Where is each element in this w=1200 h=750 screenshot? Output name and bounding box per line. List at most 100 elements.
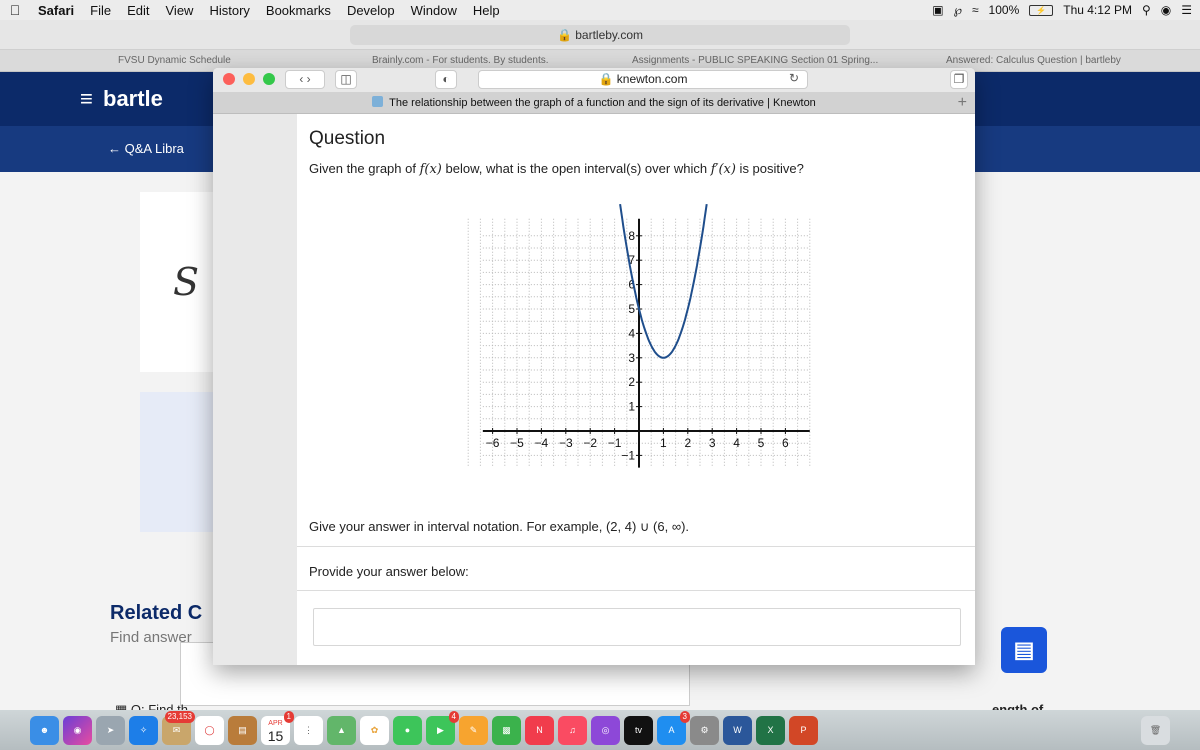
menu-file[interactable]: File <box>82 3 119 18</box>
function-graph: −6 −5 −4 −3 −2 −1 1 2 3 4 5 6−112345678 <box>467 203 811 468</box>
sidebar-icon[interactable]: ◫ <box>335 70 357 89</box>
x-tick-label: 4 <box>733 436 740 450</box>
knewton-url-text: knewton.com <box>616 72 688 86</box>
mail-icon[interactable]: ✉ 23,153 <box>162 710 195 745</box>
menu-help[interactable]: Help <box>465 3 508 18</box>
y-tick-label: 8 <box>628 229 635 243</box>
y-tick-label: 1 <box>628 400 635 414</box>
messages-icon[interactable]: ● <box>393 715 422 745</box>
app-store-icon[interactable]: A3 <box>657 710 690 745</box>
wifi-icon[interactable]: ≈ <box>972 3 979 17</box>
zoom-window-button[interactable] <box>263 73 275 85</box>
bartleby-logo[interactable]: bartle <box>103 86 163 112</box>
calendar-day: 15 <box>267 727 284 744</box>
menu-window[interactable]: Window <box>403 3 465 18</box>
chat-icon[interactable]: ▤ <box>1001 627 1047 673</box>
calendar-icon[interactable]: APR 15 1 <box>261 710 294 745</box>
facetime-badge: 4 <box>448 710 459 723</box>
background-url-bar[interactable]: 🔒 bartleby.com <box>350 25 850 45</box>
x-tick-label: 3 <box>709 436 716 450</box>
y-tick-label: 3 <box>628 351 635 365</box>
knewton-favicon-icon <box>372 96 384 107</box>
divider <box>297 546 975 547</box>
y-tick-label: 5 <box>628 302 635 316</box>
safari-icon[interactable]: ✧ <box>129 715 158 745</box>
divider <box>297 590 975 591</box>
x-tick-label: −4 <box>535 436 549 450</box>
menu-view[interactable]: View <box>158 3 202 18</box>
tab-knewton[interactable]: The relationship between the graph of a … <box>213 92 975 114</box>
photos-icon[interactable]: ✿ <box>360 715 389 745</box>
siri-icon[interactable]: ◉ <box>63 715 92 745</box>
numbers-icon[interactable]: ▩ <box>492 715 521 745</box>
tab-brainly[interactable]: Brainly.com - For students. By students. <box>372 55 549 66</box>
music-icon[interactable]: ♫ <box>558 715 587 745</box>
hamburger-menu-icon[interactable]: ≡ <box>80 86 93 112</box>
back-forward-buttons[interactable]: ‹ › <box>285 70 325 89</box>
tab-bartleby-answered[interactable]: Answered: Calculus Question | bartleby <box>946 55 1121 66</box>
reminders-icon[interactable]: ⋮ <box>294 715 323 745</box>
word-icon[interactable]: W <box>723 715 752 745</box>
menu-edit[interactable]: Edit <box>119 3 157 18</box>
maps-icon[interactable]: ▲ <box>327 715 356 745</box>
pages-icon[interactable]: ✎ <box>459 715 488 745</box>
launchpad-icon[interactable]: ➤ <box>96 715 125 745</box>
tab-assignments[interactable]: Assignments - PUBLIC SPEAKING Section 01… <box>632 55 878 66</box>
podcasts-icon[interactable]: ◎ <box>591 715 620 745</box>
x-tick-label: −2 <box>583 436 597 450</box>
excel-icon[interactable]: X <box>756 715 785 745</box>
related-heading: Related C <box>110 602 203 624</box>
x-tick-label: 2 <box>684 436 691 450</box>
powerpoint-icon[interactable]: P <box>789 715 818 745</box>
tab-knewton-title: The relationship between the graph of a … <box>389 97 816 109</box>
appstore-badge: 3 <box>679 710 690 723</box>
answer-format-hint: Give your answer in interval notation. F… <box>309 519 690 534</box>
question-panel: Question Given the graph of f(x) below, … <box>297 114 975 665</box>
qa-library-link[interactable]: ← Q&A Libra <box>108 141 184 156</box>
knewton-url-bar[interactable]: 🔒 knewton.com <box>478 70 808 89</box>
spotlight-search-icon[interactable]: ⚲ <box>1142 3 1151 17</box>
bluetooth-icon[interactable]: ℘ <box>954 3 962 17</box>
system-preferences-icon[interactable]: ⚙ <box>690 715 719 745</box>
reload-icon[interactable]: ↻ <box>785 70 803 89</box>
menu-app-safari[interactable]: Safari <box>30 3 82 18</box>
answer-input[interactable] <box>313 608 961 646</box>
privacy-shield-icon[interactable]: ◐ <box>435 70 457 89</box>
y-tick-label: −1 <box>621 448 635 462</box>
tabs-overview-icon[interactable]: ❐ <box>950 70 968 89</box>
new-tab-icon[interactable]: + <box>958 94 967 112</box>
tv-label: tv <box>634 724 642 735</box>
bartleby-card-secondary <box>140 392 220 532</box>
finder-icon[interactable]: ☻ <box>30 715 59 745</box>
news-icon[interactable]: N <box>525 715 554 745</box>
notes-icon[interactable]: ▤ <box>228 715 257 745</box>
battery-icon[interactable]: ⚡ <box>1029 4 1054 16</box>
battery-percent: 100% <box>988 3 1020 17</box>
facetime-icon[interactable]: ▶ 4 <box>426 710 459 745</box>
clock[interactable]: Thu 4:12 PM <box>1063 3 1132 17</box>
x-tick-label: 6 <box>782 436 789 450</box>
x-tick-label: −6 <box>486 436 500 450</box>
trash-icon[interactable]: 🗑 <box>1141 715 1170 745</box>
siri-menubar-icon[interactable]: ◉ <box>1161 3 1171 17</box>
handwritten-s-glyph: S <box>173 260 200 304</box>
notification-center-icon[interactable]: ☰ <box>1181 3 1192 17</box>
knewton-tab-bar: The relationship between the graph of a … <box>213 92 975 114</box>
screen-mirroring-icon[interactable]: ▣ <box>932 3 943 17</box>
y-tick-label: 4 <box>628 326 635 340</box>
tab-fvsu-schedule[interactable]: FVSU Dynamic Schedule <box>118 55 231 66</box>
calendar-badge: 1 <box>283 710 294 723</box>
menu-history[interactable]: History <box>201 3 257 18</box>
qa-library-label: Q&A Libra <box>124 141 184 156</box>
mail-badge: 23,153 <box>164 710 195 723</box>
x-tick-label: 1 <box>660 436 667 450</box>
menu-bookmarks[interactable]: Bookmarks <box>258 3 339 18</box>
tv-icon[interactable]: tv <box>624 715 653 745</box>
x-tick-label: −1 <box>608 436 622 450</box>
apple-icon[interactable]:  <box>0 2 30 18</box>
chrome-icon[interactable]: ◯ <box>195 715 224 745</box>
calendar-month: APR <box>268 719 283 727</box>
close-window-button[interactable] <box>223 73 235 85</box>
minimize-window-button[interactable] <box>243 73 255 85</box>
menu-develop[interactable]: Develop <box>339 3 403 18</box>
